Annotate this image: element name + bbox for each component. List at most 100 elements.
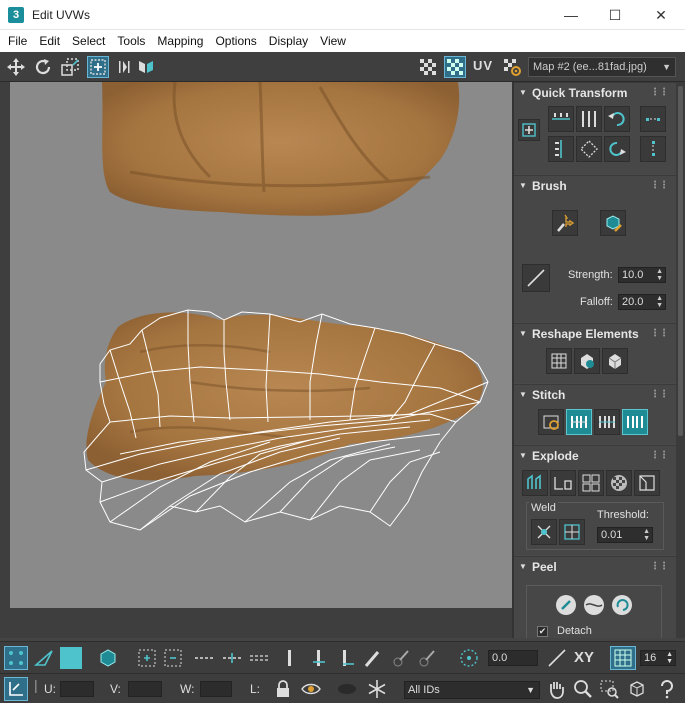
stitch-custom-icon[interactable] xyxy=(538,409,564,435)
rotate-cw-icon[interactable] xyxy=(604,136,630,162)
show-hidden-icon[interactable] xyxy=(300,678,322,700)
help-icon[interactable] xyxy=(656,678,678,700)
ring-select-icon[interactable] xyxy=(279,647,301,669)
menu-file[interactable]: File xyxy=(2,30,33,52)
align-horizontal-icon[interactable] xyxy=(548,106,574,132)
relax-element-icon[interactable] xyxy=(574,348,600,374)
stitch-to-target-icon[interactable] xyxy=(566,409,592,435)
flatten-element-icon[interactable] xyxy=(602,348,628,374)
paint-select-icon[interactable] xyxy=(362,647,384,669)
menu-select[interactable]: Select xyxy=(66,30,111,52)
minimize-button[interactable]: — xyxy=(548,0,594,30)
select-grow-icon[interactable] xyxy=(136,647,158,669)
lock-icon[interactable] xyxy=(272,678,294,700)
quick-peel-icon[interactable] xyxy=(553,592,579,618)
align-vertical-icon[interactable] xyxy=(548,136,574,162)
element-mode-icon[interactable] xyxy=(97,647,119,669)
paint-select-grow-icon[interactable] xyxy=(390,647,412,669)
quick-transform-header[interactable]: ▼ Quick Transform ⋮⋮ xyxy=(514,83,676,103)
maximize-button[interactable]: ☐ xyxy=(592,0,638,30)
uv-editor-viewport[interactable] xyxy=(0,82,512,638)
stitch-to-source-icon[interactable] xyxy=(622,409,648,435)
explode-header[interactable]: ▼ Explode ⋮⋮ xyxy=(514,446,676,466)
detach-checkbox[interactable]: ✔ xyxy=(537,626,548,637)
menu-tools[interactable]: Tools xyxy=(111,30,151,52)
loop-grow-icon[interactable] xyxy=(221,647,243,669)
zoom-extents-icon[interactable] xyxy=(626,678,648,700)
soft-selection-icon[interactable] xyxy=(458,647,480,669)
space-horizontal-icon[interactable] xyxy=(576,106,602,132)
straighten-selection-icon[interactable] xyxy=(546,348,572,374)
explode-grid-icon[interactable] xyxy=(578,470,604,496)
paint-move-icon[interactable] xyxy=(552,210,578,236)
peel-mode-icon[interactable] xyxy=(581,592,607,618)
strength-spinner[interactable]: 10.0 ▲ ▼ xyxy=(618,267,666,283)
relax-brush-icon[interactable] xyxy=(600,210,626,236)
w-field[interactable] xyxy=(200,681,232,697)
peel-reset-icon[interactable] xyxy=(609,592,635,618)
menu-options[interactable]: Options xyxy=(209,30,262,52)
loop-select-icon[interactable] xyxy=(193,647,215,669)
paint-select-shrink-icon[interactable] xyxy=(416,647,438,669)
threshold-spinner[interactable]: 0.01 ▲ ▼ xyxy=(597,527,653,543)
stitch-average-icon[interactable] xyxy=(594,409,620,435)
reshape-elements-header[interactable]: ▼ Reshape Elements ⋮⋮ xyxy=(514,324,676,344)
stitch-header[interactable]: ▼ Stitch ⋮⋮ xyxy=(514,385,676,405)
texture-map-dropdown[interactable]: Map #2 (ee...81fad.jpg) ▼ xyxy=(528,57,676,77)
material-id-dropdown[interactable]: All IDs ▼ xyxy=(404,681,540,699)
uv-canvas[interactable] xyxy=(10,82,512,608)
zoom-icon[interactable] xyxy=(572,678,594,700)
face-mode-icon[interactable] xyxy=(60,647,82,669)
loop-shrink-icon[interactable] xyxy=(248,647,270,669)
uv-toggle[interactable]: UV xyxy=(473,58,493,73)
rotate-icon[interactable] xyxy=(32,56,54,78)
align-center-icon[interactable] xyxy=(518,119,540,141)
space-dots-icon[interactable] xyxy=(640,106,666,132)
flip-icon[interactable] xyxy=(135,56,157,78)
vertex-mode-icon[interactable] xyxy=(4,646,28,670)
move-icon[interactable] xyxy=(5,56,27,78)
xy-toggle[interactable]: XY xyxy=(574,649,594,666)
weld-target-icon[interactable] xyxy=(559,519,585,545)
flatten-by-face-icon[interactable] xyxy=(634,470,660,496)
freeze-icon[interactable] xyxy=(366,678,388,700)
scale-icon[interactable] xyxy=(59,56,81,78)
falloff-spinner[interactable]: 20.0 ▲ ▼ xyxy=(618,294,666,310)
detach-edge-icon[interactable] xyxy=(550,470,576,496)
falloff-curve-icon[interactable] xyxy=(522,264,550,292)
brush-header[interactable]: ▼ Brush ⋮⋮ xyxy=(514,176,676,196)
u-field[interactable] xyxy=(60,681,94,697)
absolute-offset-toggle-icon[interactable] xyxy=(4,677,28,701)
weld-selected-icon[interactable] xyxy=(531,519,557,545)
pan-hand-icon[interactable] xyxy=(545,678,567,700)
rotate-ccw-icon[interactable] xyxy=(604,106,630,132)
zoom-region-icon[interactable] xyxy=(598,678,620,700)
menu-display[interactable]: Display xyxy=(263,30,314,52)
straighten-icon[interactable] xyxy=(576,136,602,162)
space-vertical-icon[interactable] xyxy=(640,136,666,162)
grid-size-field[interactable]: 16 ▲ ▼ xyxy=(640,650,676,666)
explode-checker-icon[interactable] xyxy=(606,470,632,496)
peel-header[interactable]: ▼ Peel ⋮⋮ xyxy=(514,557,676,577)
hide-icon[interactable] xyxy=(336,678,358,700)
panel-scrollbar[interactable] xyxy=(676,82,685,638)
panel-scroll-thumb[interactable] xyxy=(678,86,683,436)
menu-edit[interactable]: Edit xyxy=(33,30,66,52)
checker-texture-icon[interactable] xyxy=(444,56,466,78)
mirror-icon[interactable] xyxy=(115,56,137,78)
select-shrink-icon[interactable] xyxy=(162,647,184,669)
freeform-icon[interactable] xyxy=(87,56,109,78)
texture-settings-icon[interactable] xyxy=(501,56,523,78)
v-field[interactable] xyxy=(128,681,162,697)
close-button[interactable]: ✕ xyxy=(638,0,684,30)
ring-grow-icon[interactable] xyxy=(308,647,330,669)
ring-shrink-icon[interactable] xyxy=(336,647,358,669)
falloff-distance-icon[interactable] xyxy=(546,647,568,669)
falloff-value-field[interactable]: 0.0 xyxy=(488,650,538,666)
grid-snap-icon[interactable] xyxy=(610,646,636,670)
break-icon[interactable] xyxy=(522,470,548,496)
checker-icon[interactable] xyxy=(417,56,439,78)
menu-view[interactable]: View xyxy=(314,30,352,52)
menu-mapping[interactable]: Mapping xyxy=(151,30,209,52)
edge-mode-icon[interactable] xyxy=(33,647,55,669)
